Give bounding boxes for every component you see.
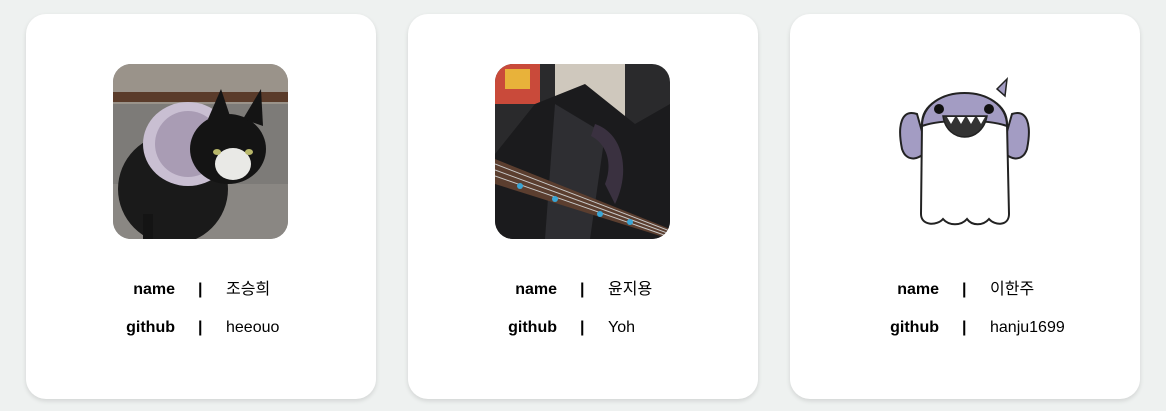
separator: | <box>962 281 967 298</box>
name-value: 윤지용 <box>608 281 653 298</box>
name-label: name <box>515 281 557 298</box>
separator: | <box>580 281 585 298</box>
member-card: name | 조승희 github | heeouo <box>26 14 376 399</box>
separator: | <box>962 319 967 336</box>
name-value: 이한주 <box>990 281 1035 298</box>
name-label: name <box>897 281 939 298</box>
github-row: github | heeouo <box>26 315 376 341</box>
github-value[interactable]: heeouo <box>226 315 279 341</box>
github-value[interactable]: hanju1699 <box>990 315 1065 341</box>
name-row: name | 이한주 <box>790 277 1140 303</box>
cat-photo-icon <box>113 64 288 239</box>
name-label: name <box>133 281 175 298</box>
shark-character-icon <box>877 64 1052 239</box>
member-card: name | 이한주 github | hanju1699 <box>790 14 1140 399</box>
separator: | <box>580 319 585 336</box>
name-row: name | 조승희 <box>26 277 376 303</box>
name-value: 조승희 <box>226 281 271 298</box>
bass-guitar-photo-icon <box>495 64 670 239</box>
github-row: github | hanju1699 <box>790 315 1140 341</box>
github-label: github <box>890 319 939 336</box>
github-value[interactable]: Yoh <box>608 315 635 341</box>
github-label: github <box>508 319 557 336</box>
separator: | <box>198 319 203 336</box>
github-label: github <box>126 319 175 336</box>
member-card: name | 윤지용 github | Yoh <box>408 14 758 399</box>
name-row: name | 윤지용 <box>408 277 758 303</box>
separator: | <box>198 281 203 298</box>
github-row: github | Yoh <box>408 315 758 341</box>
